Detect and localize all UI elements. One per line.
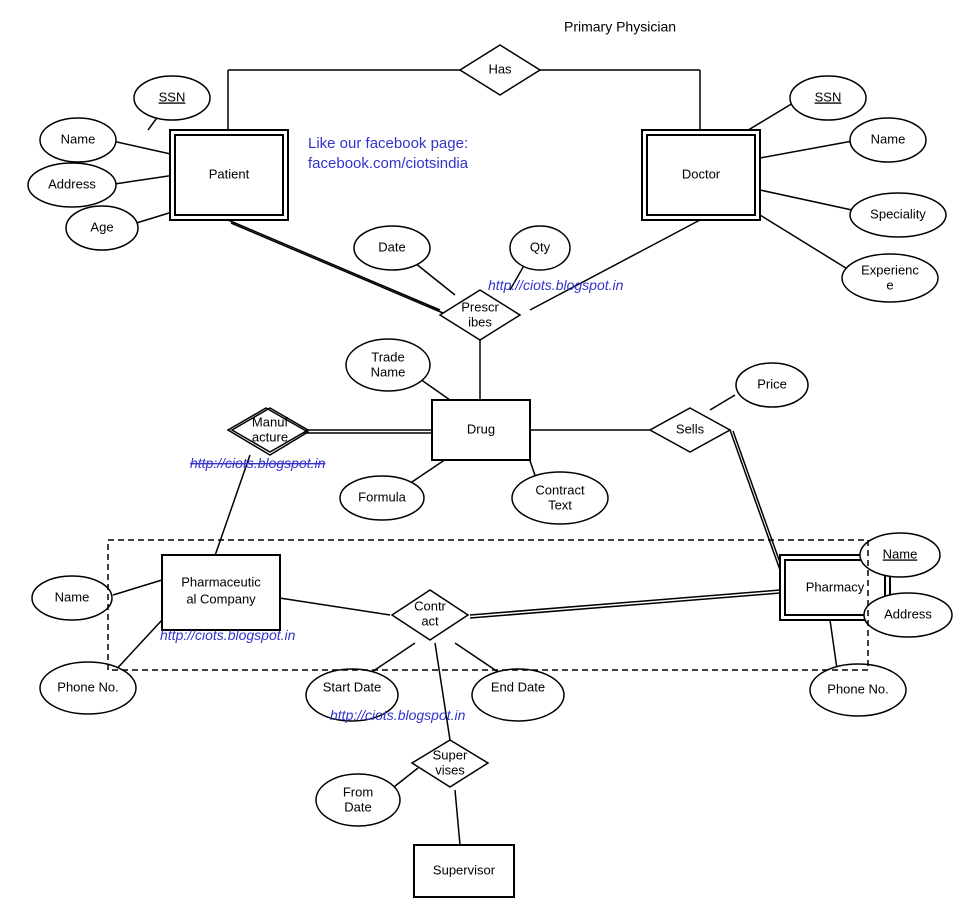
er-diagram: Patient Doctor Drug Pharmaceutic al Comp… bbox=[0, 0, 968, 918]
supervises-fromdate-label2: Date bbox=[344, 799, 371, 814]
pharma-phone-label: Phone No. bbox=[57, 679, 118, 694]
manufacture-label: Manuf bbox=[252, 414, 289, 429]
patient-label: Patient bbox=[209, 166, 250, 181]
contract-enddate-attr bbox=[472, 669, 564, 721]
prescribes-date-label: Date bbox=[378, 239, 405, 254]
drug-formula-label: Formula bbox=[358, 489, 406, 504]
contract-label2: act bbox=[421, 613, 439, 628]
pharma-name-label: Name bbox=[55, 589, 90, 604]
watermark-blog1: http://ciots.blogspot.in bbox=[488, 277, 624, 293]
pharmacy-label: Pharmacy bbox=[806, 579, 865, 594]
watermark-facebook1: Like our facebook page: bbox=[308, 135, 468, 152]
pharma-company-label2: al Company bbox=[186, 591, 256, 606]
watermark-facebook2: facebook.com/ciotsindia bbox=[308, 155, 469, 172]
supervises-label: Super bbox=[433, 747, 468, 762]
drug-label: Drug bbox=[467, 421, 495, 436]
pharmacy-address-label: Address bbox=[884, 606, 932, 621]
patient-address-label: Address bbox=[48, 176, 96, 191]
supervises-fromdate-label1: From bbox=[343, 784, 373, 799]
patient-age-label: Age bbox=[90, 219, 113, 234]
drug-tradename-label2: Name bbox=[371, 364, 406, 379]
doctor-speciality-label: Speciality bbox=[870, 206, 926, 221]
supervisor-label: Supervisor bbox=[433, 862, 496, 877]
pharmacy-phone-label: Phone No. bbox=[827, 681, 888, 696]
prescribes-qty-label: Qty bbox=[530, 239, 551, 254]
pharmacy-name-label: Name bbox=[883, 546, 918, 561]
drug-contracttext-label1: Contract bbox=[535, 482, 585, 497]
has-label: Has bbox=[488, 61, 512, 76]
doctor-label: Doctor bbox=[682, 166, 721, 181]
contract-enddate-label1: End Date bbox=[491, 679, 545, 694]
doctor-experience-label: Experienc bbox=[861, 262, 919, 277]
prescribes-label: Prescr bbox=[461, 299, 499, 314]
watermark-blog2: http://ciots.blogspot.in bbox=[190, 455, 326, 471]
sells-price-label: Price bbox=[757, 376, 787, 391]
doctor-name-label: Name bbox=[871, 131, 906, 146]
doctor-ssn-label: SSN bbox=[815, 89, 842, 104]
manufacture-label2: acture bbox=[252, 429, 288, 444]
patient-ssn-label: SSN bbox=[159, 89, 186, 104]
drug-contracttext-label2: Text bbox=[548, 497, 572, 512]
patient-name-label: Name bbox=[61, 131, 96, 146]
primary-physician-label: Primary Physician bbox=[564, 19, 676, 35]
watermark-blog3: http://ciots.blogspot.in bbox=[160, 627, 296, 643]
pharma-company-label: Pharmaceutic bbox=[181, 574, 261, 589]
sells-label: Sells bbox=[676, 421, 705, 436]
prescribes-label2: ibes bbox=[468, 314, 492, 329]
contract-label: Contr bbox=[414, 598, 446, 613]
contract-startdate-label1: Start Date bbox=[323, 679, 382, 694]
watermark-blog4: http://ciots.blogspot.in bbox=[330, 707, 466, 723]
doctor-experience-label2: e bbox=[886, 277, 893, 292]
supervises-label2: vises bbox=[435, 762, 465, 777]
drug-tradename-label1: Trade bbox=[371, 349, 404, 364]
